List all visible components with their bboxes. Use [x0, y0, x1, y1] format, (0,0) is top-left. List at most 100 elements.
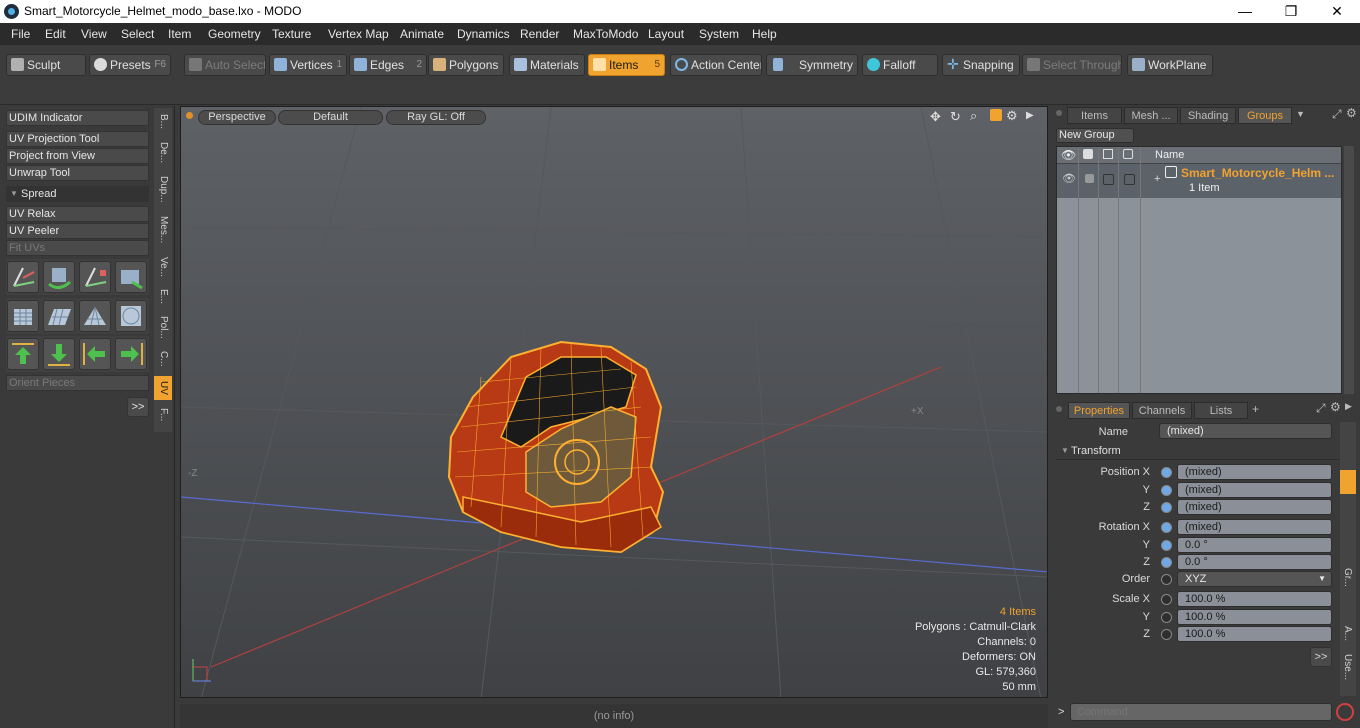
expand-plus-icon[interactable]: +: [1154, 173, 1160, 185]
command-input[interactable]: [1070, 703, 1332, 721]
uv-relax-button[interactable]: UV Relax: [6, 206, 149, 222]
rotation-y-animate-dot[interactable]: [1161, 540, 1172, 551]
3d-viewport[interactable]: Perspective Default Ray GL: Off ✥ ↻ ⌕ ⚙ …: [180, 106, 1048, 698]
properties-gear-icon[interactable]: ⚙: [1330, 400, 1341, 414]
expand-panel-icon[interactable]: ⤢: [1332, 107, 1342, 122]
menu-animate[interactable]: Animate: [400, 27, 444, 41]
group-row[interactable]: 👁 + Smart_Motorcycle_Helm ... 1 Item: [1057, 164, 1341, 198]
unwrap-tool-button[interactable]: Unwrap Tool: [6, 165, 149, 181]
tab-mesh[interactable]: Mesh ...: [1124, 107, 1178, 124]
record-macro-icon[interactable]: [1336, 703, 1354, 721]
maximize-button[interactable]: ❐: [1268, 0, 1314, 23]
group-name[interactable]: Smart_Motorcycle_Helm ...: [1181, 166, 1334, 180]
workplane-button[interactable]: WorkPlane: [1127, 54, 1213, 76]
rotation-y-field[interactable]: 0.0 °: [1177, 537, 1332, 553]
uv-rotate-tool-icon[interactable]: [43, 261, 75, 293]
row-visibility-eye-icon[interactable]: 👁: [1062, 172, 1076, 185]
menu-vertex-map[interactable]: Vertex Map: [328, 27, 389, 41]
uv-move-tool-icon[interactable]: [7, 261, 39, 293]
align-left-arrow-icon[interactable]: [79, 338, 111, 370]
select-through-button[interactable]: Select Through: [1022, 54, 1122, 76]
spread-section-header[interactable]: ▼ Spread: [6, 186, 149, 202]
uv-sphere-icon[interactable]: [115, 300, 147, 332]
menu-system[interactable]: System: [699, 27, 739, 41]
udim-indicator-button[interactable]: UDIM Indicator: [6, 110, 149, 126]
menu-render[interactable]: Render: [520, 27, 559, 41]
uv-projection-tool-button[interactable]: UV Projection Tool: [6, 131, 149, 147]
menu-geometry[interactable]: Geometry: [208, 27, 261, 41]
viewport-settings-gear-icon[interactable]: ⚙: [1006, 108, 1018, 124]
vtab-pol[interactable]: Pol...: [154, 312, 172, 342]
side-tab-active[interactable]: [1340, 470, 1356, 494]
vtab-c[interactable]: C...: [154, 344, 172, 374]
panel-settings-gear-icon[interactable]: ⚙: [1346, 106, 1357, 120]
align-right-arrow-icon[interactable]: [115, 338, 147, 370]
materials-button[interactable]: Materials: [509, 54, 585, 76]
position-x-field[interactable]: (mixed): [1177, 464, 1332, 480]
row-render-icon[interactable]: [1085, 174, 1094, 183]
rotation-z-field[interactable]: 0.0 °: [1177, 554, 1332, 570]
tab-items[interactable]: Items: [1067, 107, 1122, 124]
menu-help[interactable]: Help: [752, 27, 777, 41]
lock-toggle-icon[interactable]: [1103, 149, 1113, 159]
vtab-dup[interactable]: Dup...: [154, 170, 172, 208]
properties-expand-icon[interactable]: ⤢: [1316, 401, 1326, 416]
menu-layout[interactable]: Layout: [648, 27, 684, 41]
align-top-arrow-icon[interactable]: [7, 338, 39, 370]
side-tab-use[interactable]: Use...: [1340, 650, 1356, 684]
uv-cylinder-icon[interactable]: [7, 300, 39, 332]
tabs-dropdown-arrow-icon[interactable]: ▼: [1296, 109, 1305, 119]
fit-uvs-button[interactable]: Fit UVs: [6, 240, 149, 256]
uv-scale-tool-icon[interactable]: [79, 261, 111, 293]
scale-z-animate-dot[interactable]: [1161, 629, 1172, 640]
add-tab-button[interactable]: +: [1252, 402, 1259, 416]
visibility-eye-icon[interactable]: 👁: [1061, 148, 1076, 162]
position-y-animate-dot[interactable]: [1161, 485, 1172, 496]
side-tab-a[interactable]: A...: [1340, 622, 1356, 646]
auto-select-button[interactable]: Auto Select: [184, 54, 266, 76]
tab-lists[interactable]: Lists: [1194, 402, 1248, 419]
project-from-view-button[interactable]: Project from View: [6, 148, 149, 164]
tab-channels[interactable]: Channels: [1132, 402, 1192, 419]
side-tab-gr[interactable]: Gr...: [1340, 562, 1356, 592]
new-group-button[interactable]: New Group: [1056, 128, 1134, 143]
rotation-x-animate-dot[interactable]: [1161, 522, 1172, 533]
fit-view-icon[interactable]: [990, 109, 1002, 121]
close-button[interactable]: ✕: [1314, 0, 1360, 23]
edges-button[interactable]: Edges 2: [349, 54, 427, 76]
menu-edit[interactable]: Edit: [45, 27, 66, 41]
position-y-field[interactable]: (mixed): [1177, 482, 1332, 498]
symmetry-button[interactable]: Symmetry: [766, 54, 858, 76]
perspective-dropdown[interactable]: Perspective: [198, 110, 276, 125]
zoom-view-icon[interactable]: ⌕: [970, 108, 977, 124]
scale-z-field[interactable]: 100.0 %: [1177, 626, 1332, 642]
shading-default-dropdown[interactable]: Default: [278, 110, 383, 125]
orient-pieces-button[interactable]: Orient Pieces: [6, 375, 149, 391]
tab-properties[interactable]: Properties: [1068, 402, 1130, 419]
align-bottom-arrow-icon[interactable]: [43, 338, 75, 370]
items-button[interactable]: Items 5: [588, 54, 665, 76]
presets-button[interactable]: Presets F6: [89, 54, 171, 76]
sculpt-button[interactable]: Sculpt: [6, 54, 86, 76]
polygons-button[interactable]: Polygons: [428, 54, 504, 76]
viewport-more-arrow-icon[interactable]: ▶: [1026, 110, 1034, 121]
order-animate-dot[interactable]: [1161, 574, 1172, 585]
menu-texture[interactable]: Texture: [272, 27, 311, 41]
position-x-animate-dot[interactable]: [1161, 467, 1172, 478]
select-toggle-icon[interactable]: [1123, 149, 1133, 159]
render-toggle-icon[interactable]: [1083, 149, 1093, 159]
row-select-checkbox[interactable]: [1124, 174, 1135, 185]
scale-y-field[interactable]: 100.0 %: [1177, 609, 1332, 625]
ray-gl-toggle[interactable]: Ray GL: Off: [386, 110, 486, 125]
properties-more-button[interactable]: >>: [1310, 647, 1332, 667]
uv-planar-icon[interactable]: [43, 300, 75, 332]
menu-dynamics[interactable]: Dynamics: [457, 27, 510, 41]
tab-shading[interactable]: Shading: [1180, 107, 1236, 124]
vtab-ve[interactable]: Ve...: [154, 252, 172, 282]
vtab-e[interactable]: E...: [154, 284, 172, 310]
menu-select[interactable]: Select: [121, 27, 154, 41]
order-dropdown[interactable]: XYZ ▼: [1177, 571, 1332, 587]
menu-maxtomodo[interactable]: MaxToModo: [573, 27, 638, 41]
position-z-field[interactable]: (mixed): [1177, 499, 1332, 515]
scale-x-field[interactable]: 100.0 %: [1177, 591, 1332, 607]
